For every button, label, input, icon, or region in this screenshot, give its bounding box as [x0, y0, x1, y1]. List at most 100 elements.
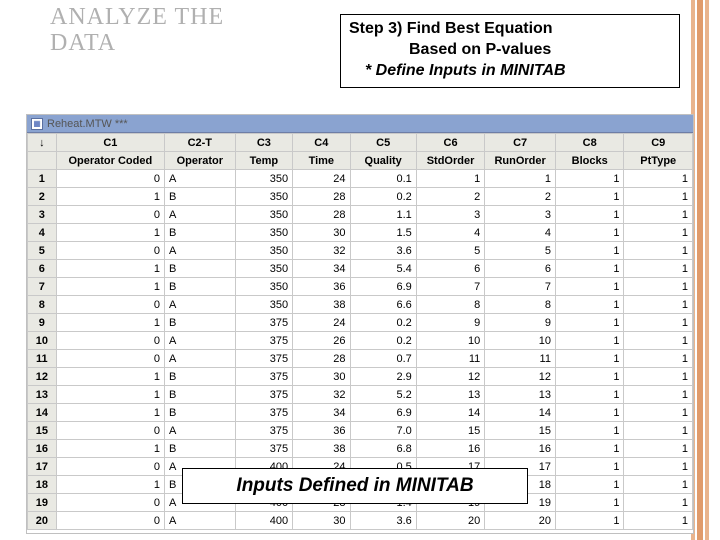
cell-stdorder[interactable]: 4 — [416, 224, 484, 242]
cell-time[interactable]: 36 — [293, 422, 350, 440]
cell-quality[interactable]: 6.9 — [350, 278, 416, 296]
cell-time[interactable]: 32 — [293, 386, 350, 404]
cell-stdorder[interactable]: 15 — [416, 422, 484, 440]
col-name-pttype[interactable]: PtType — [624, 152, 693, 170]
cell-temp[interactable]: 350 — [235, 278, 292, 296]
cell-blocks[interactable]: 1 — [555, 494, 623, 512]
cell-time[interactable]: 38 — [293, 296, 350, 314]
table-row[interactable]: 200A400303.6202011 — [28, 512, 693, 530]
cell-stdorder[interactable]: 10 — [416, 332, 484, 350]
cell-runorder[interactable]: 12 — [485, 368, 556, 386]
cell-pttype[interactable]: 1 — [624, 314, 693, 332]
cell-temp[interactable]: 375 — [235, 386, 292, 404]
cell-runorder[interactable]: 6 — [485, 260, 556, 278]
cell-operator-coded[interactable]: 1 — [56, 386, 164, 404]
row-header[interactable]: 9 — [28, 314, 57, 332]
cell-pttype[interactable]: 1 — [624, 296, 693, 314]
cell-temp[interactable]: 400 — [235, 512, 292, 530]
cell-operator[interactable]: A — [164, 206, 235, 224]
cell-runorder[interactable]: 8 — [485, 296, 556, 314]
cell-runorder[interactable]: 7 — [485, 278, 556, 296]
cell-blocks[interactable]: 1 — [555, 242, 623, 260]
cell-stdorder[interactable]: 11 — [416, 350, 484, 368]
cell-stdorder[interactable]: 9 — [416, 314, 484, 332]
cell-quality[interactable]: 1.5 — [350, 224, 416, 242]
cell-runorder[interactable]: 15 — [485, 422, 556, 440]
cell-blocks[interactable]: 1 — [555, 512, 623, 530]
cell-quality[interactable]: 2.9 — [350, 368, 416, 386]
cell-pttype[interactable]: 1 — [624, 494, 693, 512]
cell-blocks[interactable]: 1 — [555, 476, 623, 494]
col-header-c6[interactable]: C6 — [416, 134, 484, 152]
table-row[interactable]: 10A350240.11111 — [28, 170, 693, 188]
cell-runorder[interactable]: 4 — [485, 224, 556, 242]
col-name-operator-coded[interactable]: Operator Coded — [56, 152, 164, 170]
cell-time[interactable]: 28 — [293, 350, 350, 368]
cell-runorder[interactable]: 13 — [485, 386, 556, 404]
cell-blocks[interactable]: 1 — [555, 170, 623, 188]
corner-cell[interactable]: ↓ — [28, 134, 57, 152]
col-header-c8[interactable]: C8 — [555, 134, 623, 152]
row-header[interactable]: 17 — [28, 458, 57, 476]
table-row[interactable]: 61B350345.46611 — [28, 260, 693, 278]
col-name-runorder[interactable]: RunOrder — [485, 152, 556, 170]
row-header[interactable]: 14 — [28, 404, 57, 422]
cell-operator[interactable]: B — [164, 440, 235, 458]
cell-quality[interactable]: 0.2 — [350, 314, 416, 332]
cell-time[interactable]: 28 — [293, 206, 350, 224]
table-row[interactable]: 41B350301.54411 — [28, 224, 693, 242]
cell-operator-coded[interactable]: 1 — [56, 260, 164, 278]
cell-stdorder[interactable]: 12 — [416, 368, 484, 386]
table-row[interactable]: 71B350366.97711 — [28, 278, 693, 296]
cell-operator-coded[interactable]: 0 — [56, 350, 164, 368]
cell-pttype[interactable]: 1 — [624, 350, 693, 368]
cell-operator-coded[interactable]: 0 — [56, 206, 164, 224]
cell-operator-coded[interactable]: 1 — [56, 476, 164, 494]
cell-quality[interactable]: 0.1 — [350, 170, 416, 188]
col-header-c9[interactable]: C9 — [624, 134, 693, 152]
cell-pttype[interactable]: 1 — [624, 260, 693, 278]
col-header-c1[interactable]: C1 — [56, 134, 164, 152]
cell-quality[interactable]: 0.2 — [350, 332, 416, 350]
row-header[interactable]: 6 — [28, 260, 57, 278]
cell-time[interactable]: 38 — [293, 440, 350, 458]
cell-operator[interactable]: B — [164, 386, 235, 404]
col-name-temp[interactable]: Temp — [235, 152, 292, 170]
cell-pttype[interactable]: 1 — [624, 242, 693, 260]
cell-temp[interactable]: 350 — [235, 260, 292, 278]
cell-quality[interactable]: 5.2 — [350, 386, 416, 404]
table-row[interactable]: 21B350280.22211 — [28, 188, 693, 206]
row-header[interactable]: 20 — [28, 512, 57, 530]
row-header[interactable]: 18 — [28, 476, 57, 494]
cell-operator-coded[interactable]: 1 — [56, 404, 164, 422]
cell-runorder[interactable]: 20 — [485, 512, 556, 530]
cell-temp[interactable]: 375 — [235, 314, 292, 332]
table-row[interactable]: 161B375386.8161611 — [28, 440, 693, 458]
cell-blocks[interactable]: 1 — [555, 188, 623, 206]
cell-operator[interactable]: A — [164, 170, 235, 188]
cell-blocks[interactable]: 1 — [555, 278, 623, 296]
cell-runorder[interactable]: 2 — [485, 188, 556, 206]
cell-quality[interactable]: 3.6 — [350, 512, 416, 530]
cell-pttype[interactable]: 1 — [624, 512, 693, 530]
cell-blocks[interactable]: 1 — [555, 386, 623, 404]
cell-blocks[interactable]: 1 — [555, 422, 623, 440]
table-row[interactable]: 110A375280.7111111 — [28, 350, 693, 368]
cell-quality[interactable]: 6.9 — [350, 404, 416, 422]
cell-temp[interactable]: 375 — [235, 368, 292, 386]
cell-blocks[interactable]: 1 — [555, 296, 623, 314]
table-row[interactable]: 141B375346.9141411 — [28, 404, 693, 422]
cell-blocks[interactable]: 1 — [555, 332, 623, 350]
cell-temp[interactable]: 375 — [235, 350, 292, 368]
cell-pttype[interactable]: 1 — [624, 404, 693, 422]
cell-operator-coded[interactable]: 1 — [56, 314, 164, 332]
cell-blocks[interactable]: 1 — [555, 440, 623, 458]
row-header[interactable]: 15 — [28, 422, 57, 440]
table-row[interactable]: 100A375260.2101011 — [28, 332, 693, 350]
cell-stdorder[interactable]: 3 — [416, 206, 484, 224]
cell-time[interactable]: 30 — [293, 224, 350, 242]
cell-temp[interactable]: 375 — [235, 332, 292, 350]
cell-operator-coded[interactable]: 1 — [56, 368, 164, 386]
cell-stdorder[interactable]: 16 — [416, 440, 484, 458]
cell-time[interactable]: 32 — [293, 242, 350, 260]
